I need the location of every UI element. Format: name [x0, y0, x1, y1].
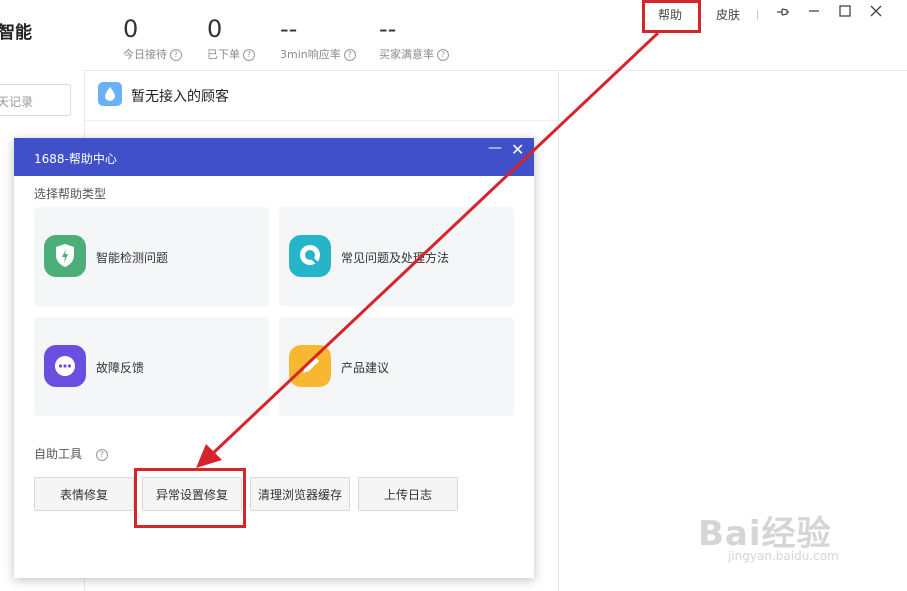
baidu-watermark: Bai经验 — [698, 514, 832, 554]
baidu-watermark-url: jingyan.baidu.com — [728, 549, 839, 563]
annotation-arrow — [196, 31, 660, 468]
